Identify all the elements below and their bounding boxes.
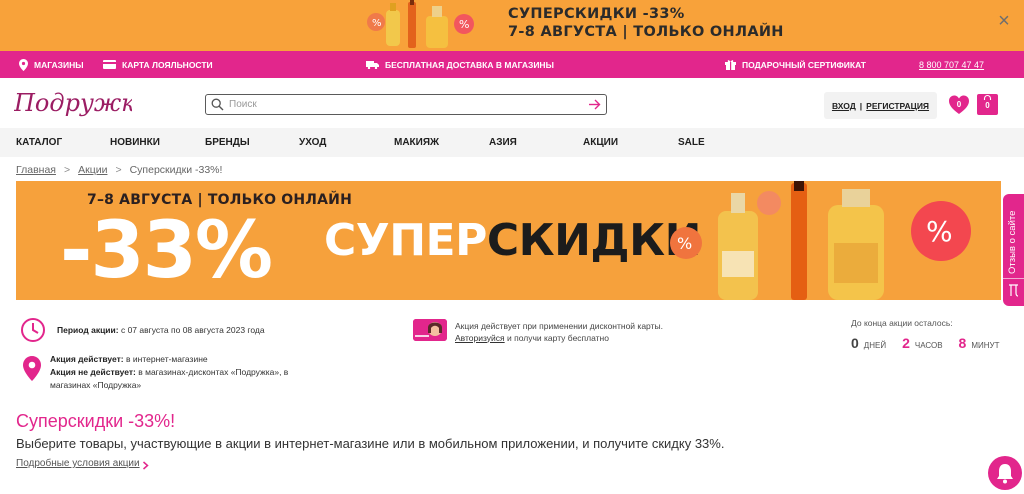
breadcrumb-promos[interactable]: Акции bbox=[78, 164, 107, 176]
period-label: Период акции: bbox=[57, 325, 119, 335]
breadcrumb: Главная > Акции > Суперскидки -33%! bbox=[16, 164, 222, 176]
nav-sale[interactable]: SALE bbox=[678, 128, 705, 157]
banner-headline: СУПЕРСКИДКИ bbox=[324, 211, 701, 271]
breadcrumb-current: Суперскидки -33%! bbox=[129, 164, 223, 176]
inactive-value-continued: магазинах «Подружка» bbox=[50, 380, 142, 390]
nav-brands[interactable]: БРЕНДЫ bbox=[205, 128, 250, 157]
nav-care[interactable]: УХОД bbox=[299, 128, 326, 157]
period-value: с 07 августа по 08 августа 2023 года bbox=[118, 325, 265, 335]
countdown-title: До конца акции осталось: bbox=[851, 318, 953, 328]
card-info-line-1: Акция действует при применении дисконтно… bbox=[455, 321, 663, 331]
main-nav: КАТАЛОГ НОВИНКИ БРЕНДЫ УХОД МАКИЯЖ АЗИЯ … bbox=[0, 128, 1024, 157]
countdown-hours: 2 bbox=[902, 335, 910, 351]
search-icon bbox=[211, 98, 224, 111]
promo-products-image: % % bbox=[367, 0, 474, 48]
podruzhka-logo[interactable]: Подружка bbox=[14, 86, 132, 120]
banner-products-image: % % bbox=[670, 181, 971, 300]
logo-text: Подружка bbox=[14, 89, 132, 117]
gift-icon bbox=[725, 60, 736, 70]
free-delivery-link[interactable]: БЕСПЛАТНАЯ ДОСТАВКА В МАГАЗИНЫ bbox=[366, 51, 554, 78]
promo-banner[interactable]: 7–8 АВГУСТА | ТОЛЬКО ОНЛАЙН -33% СУПЕРСК… bbox=[16, 181, 1001, 300]
discount-card-image bbox=[413, 319, 447, 341]
breadcrumb-separator: > bbox=[115, 164, 122, 176]
search-input[interactable] bbox=[229, 96, 579, 113]
login-separator: | bbox=[859, 100, 863, 111]
loyalty-card-label: КАРТА ЛОЯЛЬНОСТИ bbox=[122, 59, 213, 70]
gift-certificate-link[interactable]: ПОДАРОЧНЫЙ СЕРТИФИКАТ bbox=[725, 51, 866, 78]
promo-line-1: СУПЕРСКИДКИ -33% bbox=[508, 6, 685, 22]
loyalty-card-link[interactable]: КАРТА ЛОЯЛЬНОСТИ bbox=[103, 51, 213, 78]
free-delivery-label: БЕСПЛАТНАЯ ДОСТАВКА В МАГАЗИНЫ bbox=[385, 59, 554, 70]
cart-count: 0 bbox=[985, 101, 990, 110]
svg-text:%: % bbox=[926, 215, 953, 248]
nav-promos[interactable]: АКЦИИ bbox=[583, 128, 618, 157]
favorites-count: 0 bbox=[956, 100, 962, 109]
info-bar: МАГАЗИНЫ КАРТА ЛОЯЛЬНОСТИ БЕСПЛАТНАЯ ДОС… bbox=[0, 51, 1024, 78]
site-feedback-tab[interactable]: Отзыв о сайте bbox=[1003, 194, 1024, 306]
search-box[interactable] bbox=[205, 94, 607, 115]
login-register-block: ВХОД | РЕГИСТРАЦИЯ bbox=[824, 92, 937, 119]
svg-text:%: % bbox=[372, 18, 382, 29]
location-pin-icon bbox=[23, 356, 41, 381]
chevron-right-icon[interactable] bbox=[142, 461, 149, 470]
page-description: Выберите товары, участвующие в акции в и… bbox=[16, 436, 725, 451]
arrow-right-icon[interactable] bbox=[588, 98, 601, 111]
countdown-minutes: 8 bbox=[958, 335, 967, 351]
stores-link[interactable]: МАГАЗИНЫ bbox=[19, 51, 84, 78]
nav-new[interactable]: НОВИНКИ bbox=[110, 128, 160, 157]
countdown-minutes-label: МИНУТ bbox=[971, 341, 1000, 350]
card-info-line-2: и получи карту бесплатно bbox=[504, 332, 609, 343]
svg-text:%: % bbox=[459, 18, 469, 31]
location-pin-icon bbox=[19, 58, 28, 71]
close-promo-button[interactable]: × bbox=[996, 10, 1012, 32]
breadcrumb-home[interactable]: Главная bbox=[16, 164, 56, 176]
page-title: Суперскидки -33%! bbox=[16, 411, 176, 431]
stores-label: МАГАЗИНЫ bbox=[34, 59, 84, 70]
phone-link[interactable]: 8 800 707 47 47 bbox=[919, 51, 984, 78]
register-link[interactable]: РЕГИСТРАЦИЯ bbox=[866, 101, 929, 111]
truck-icon bbox=[366, 61, 379, 69]
discount-card-info: Акция действует при применении дисконтно… bbox=[455, 321, 663, 344]
authorize-link[interactable]: Авторизуйся bbox=[455, 333, 505, 343]
promo-availability: Акция действует: в интернет-магазине Акц… bbox=[50, 353, 288, 392]
login-link[interactable]: ВХОД bbox=[832, 101, 856, 111]
inactive-value: в магазинах-дисконтах «Подружка», в bbox=[135, 367, 289, 377]
feedback-label: Отзыв о сайте bbox=[1007, 210, 1018, 274]
close-icon: × bbox=[998, 10, 1010, 32]
promo-text: СУПЕРСКИДКИ -33% 7-8 АВГУСТА | ТОЛЬКО ОН… bbox=[508, 5, 784, 41]
clock-icon bbox=[21, 318, 45, 342]
feedback-divider bbox=[1003, 278, 1024, 279]
countdown-days: 0 bbox=[851, 335, 859, 351]
svg-text:%: % bbox=[677, 234, 692, 253]
countdown-timer: 0 ДНЕЙ 2 ЧАСОВ 8 МИНУТ bbox=[851, 335, 1000, 351]
active-label: Акция действует: bbox=[50, 354, 124, 364]
gift-certificate-label: ПОДАРОЧНЫЙ СЕРТИФИКАТ bbox=[742, 59, 867, 70]
nav-asia[interactable]: АЗИЯ bbox=[489, 128, 517, 157]
card-icon bbox=[103, 60, 116, 69]
bell-icon bbox=[997, 464, 1013, 484]
banner-percent: -33% bbox=[60, 206, 273, 296]
promo-bar[interactable]: % % СУПЕРСКИДКИ -33% 7-8 АВГУСТА | ТОЛЬК… bbox=[0, 0, 1024, 51]
nav-makeup[interactable]: МАКИЯЖ bbox=[394, 128, 439, 157]
countdown-days-label: ДНЕЙ bbox=[863, 341, 887, 350]
inactive-label: Акция не действует: bbox=[50, 367, 136, 377]
banner-headline-super: СУПЕР bbox=[324, 215, 487, 266]
nav-catalog[interactable]: КАТАЛОГ bbox=[16, 128, 62, 157]
terms-link[interactable]: Подробные условия акции bbox=[16, 458, 140, 469]
breadcrumb-separator: > bbox=[63, 164, 71, 176]
favorites-button[interactable]: 0 bbox=[948, 94, 970, 116]
promo-period: Период акции: с 07 августа по 08 августа… bbox=[57, 325, 265, 335]
promo-line-2: 7-8 АВГУСТА | ТОЛЬКО ОНЛАЙН bbox=[508, 24, 784, 40]
active-value: в интернет-магазине bbox=[123, 354, 208, 364]
notifications-button[interactable] bbox=[988, 456, 1022, 490]
discount-card-icon bbox=[413, 319, 447, 341]
cart-button[interactable]: 0 bbox=[977, 94, 998, 115]
brand-mark-icon bbox=[1009, 284, 1019, 297]
countdown-hours-label: ЧАСОВ bbox=[914, 341, 943, 350]
